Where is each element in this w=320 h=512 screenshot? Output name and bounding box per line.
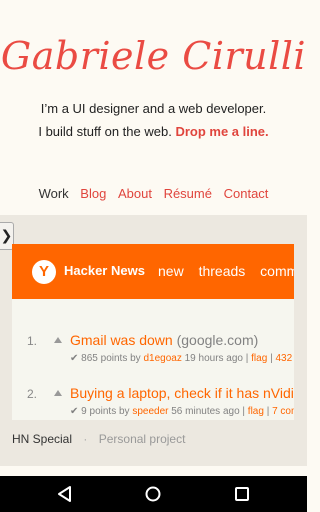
brand-title[interactable]: Gabriele Cirulli bbox=[0, 30, 307, 82]
intro-line-1: I’m a UI designer and a web developer. bbox=[40, 101, 267, 116]
hn-nav-comments: comments bbox=[260, 263, 294, 279]
recent-square-icon[interactable] bbox=[232, 484, 252, 504]
check-icon: ✔ bbox=[70, 406, 79, 417]
story-age: 56 minutes ago | bbox=[171, 406, 246, 417]
story-points: 865 points by bbox=[81, 353, 141, 364]
story-user: d1egoaz bbox=[143, 353, 182, 364]
site-header: Gabriele Cirulli I’m a UI designer and a… bbox=[0, 0, 307, 215]
story-rank: 1. bbox=[27, 334, 38, 348]
story-user: speeder bbox=[132, 406, 169, 417]
story-sep: | bbox=[270, 353, 273, 364]
project-caption: HN Special · Personal project bbox=[12, 432, 185, 446]
check-icon: ✔ bbox=[70, 353, 79, 364]
story-rank: 2. bbox=[27, 387, 38, 401]
hn-story: 1. Gmail was down (google.com) ✔ 865 poi… bbox=[12, 332, 294, 374]
story-comments: 7 comments bbox=[272, 406, 294, 417]
story-title: Buying a laptop, check if it has nVidia … bbox=[70, 385, 294, 401]
story-meta: ✔ 865 points by d1egoaz 19 hours ago | f… bbox=[70, 353, 292, 364]
story-points: 9 points by bbox=[81, 406, 130, 417]
upvote-arrow-icon bbox=[54, 337, 62, 343]
story-title-line: Buying a laptop, check if it has nVidia … bbox=[70, 385, 294, 401]
hn-logo: Y bbox=[32, 260, 56, 284]
home-circle-icon[interactable] bbox=[143, 484, 163, 504]
story-sep: | bbox=[266, 406, 270, 417]
hn-nav-threads: threads bbox=[198, 263, 246, 279]
hn-story: 2. Buying a laptop, check if it has nVid… bbox=[12, 385, 294, 420]
story-title: Gmail was down bbox=[70, 332, 173, 348]
caption-separator: · bbox=[83, 432, 88, 446]
nav-blog[interactable]: Blog bbox=[80, 186, 106, 201]
project-category: Personal project bbox=[98, 432, 186, 446]
story-age: 19 hours ago | bbox=[184, 353, 249, 364]
back-triangle-icon[interactable] bbox=[55, 484, 75, 504]
story-comments: 432 bbox=[275, 353, 293, 364]
contact-link[interactable]: Drop me a line. bbox=[175, 124, 268, 139]
intro-line-2: I build stuff on the web. Drop me a line… bbox=[0, 124, 307, 139]
story-meta: ✔ 9 points by speeder 56 minutes ago | f… bbox=[70, 406, 294, 417]
project-name[interactable]: HN Special bbox=[12, 432, 72, 446]
project-screenshot[interactable]: Y Hacker News new threads comments 1. Gm… bbox=[12, 244, 294, 420]
nav-work[interactable]: Work bbox=[39, 186, 69, 201]
story-domain: (google.com) bbox=[176, 332, 259, 348]
system-nav-bar bbox=[0, 476, 307, 512]
hn-nav: new threads comments bbox=[158, 263, 294, 279]
nav-about[interactable]: About bbox=[118, 186, 152, 201]
hn-title: Hacker News bbox=[64, 263, 145, 278]
upvote-arrow-icon bbox=[54, 390, 62, 396]
nav-contact[interactable]: Contact bbox=[224, 186, 269, 201]
story-flag: flag bbox=[247, 406, 264, 417]
hn-header-bar: Y Hacker News new threads comments bbox=[12, 244, 294, 299]
story-flag: flag bbox=[251, 353, 268, 364]
intro-line-2-text: I build stuff on the web. bbox=[38, 124, 172, 139]
main-nav: Work Blog About Résumé Contact bbox=[0, 186, 307, 201]
story-title-line: Gmail was down (google.com) bbox=[70, 332, 258, 348]
nav-resume[interactable]: Résumé bbox=[164, 186, 212, 201]
hn-nav-new: new bbox=[158, 263, 184, 279]
